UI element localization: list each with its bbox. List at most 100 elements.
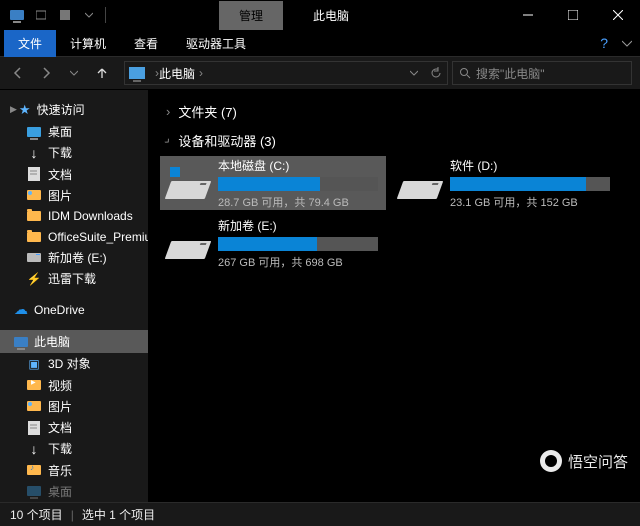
forward-button[interactable] — [34, 61, 58, 85]
sidebar-item-music[interactable]: 音乐 — [0, 459, 148, 480]
document-icon — [26, 166, 42, 182]
search-input[interactable]: 搜索"此电脑" — [452, 61, 632, 85]
sidebar-item-folder[interactable]: IDM Downloads — [0, 206, 148, 226]
drive-status: 267 GB 可用，共 698 GB — [218, 254, 378, 270]
drive-usage-bar — [450, 177, 610, 191]
contextual-tab-manage[interactable]: 管理 — [219, 1, 283, 30]
document-icon — [26, 420, 42, 436]
status-item-count: 10 个项目 — [10, 506, 63, 523]
watermark-text: 悟空问答 — [568, 451, 628, 472]
drive-item[interactable]: 新加卷 (E:) 267 GB 可用，共 698 GB — [160, 216, 386, 270]
watermark: 悟空问答 — [540, 450, 628, 472]
sidebar-group-label: 此电脑 — [34, 333, 70, 350]
expand-ribbon-icon[interactable] — [622, 38, 632, 48]
group-header-folders[interactable]: › 文件夹 (7) — [156, 98, 640, 127]
qat-item[interactable] — [54, 4, 76, 26]
pc-icon — [14, 337, 28, 347]
sidebar-item-documents[interactable]: 文档 — [0, 417, 148, 438]
close-button[interactable] — [595, 0, 640, 30]
refresh-icon[interactable] — [425, 62, 447, 84]
titlebar: 管理 此电脑 — [0, 0, 640, 30]
sidebar-item-pictures[interactable]: 图片 — [0, 185, 148, 206]
drive-status: 23.1 GB 可用，共 152 GB — [450, 194, 610, 210]
up-button[interactable] — [90, 61, 114, 85]
sidebar-group-label: OneDrive — [34, 303, 85, 317]
watermark-logo — [540, 450, 562, 472]
thunder-icon: ⚡ — [26, 271, 42, 287]
breadcrumb-location[interactable]: 此电脑 — [159, 65, 195, 82]
minimize-button[interactable] — [505, 0, 550, 30]
chevron-right-icon[interactable]: › — [166, 104, 170, 119]
search-icon — [459, 67, 471, 79]
back-button[interactable] — [6, 61, 30, 85]
cloud-icon: ☁ — [14, 301, 28, 318]
sidebar-item-documents[interactable]: 文档 — [0, 164, 148, 185]
group-label: 设备和驱动器 (3) — [178, 131, 276, 150]
window-controls — [505, 0, 640, 30]
quick-access-toolbar — [0, 4, 109, 26]
qat-item[interactable] — [30, 4, 52, 26]
sidebar-item-3d[interactable]: ▣3D 对象 — [0, 353, 148, 374]
desktop-icon — [26, 124, 42, 140]
drive-item[interactable]: 软件 (D:) 23.1 GB 可用，共 152 GB — [392, 156, 618, 210]
sidebar-item-videos[interactable]: 视频 — [0, 374, 148, 395]
disclosure-icon[interactable]: ▶ — [10, 104, 17, 115]
dropdown-icon[interactable] — [403, 62, 425, 84]
cube-icon: ▣ — [26, 356, 42, 372]
desktop-icon — [26, 483, 42, 499]
breadcrumb[interactable]: › 此电脑 › — [124, 61, 448, 85]
body: ▶ ★ 快速访问 桌面 ↓下载 文档 图片 IDM Downloads Offi… — [0, 90, 640, 502]
main-content: › 文件夹 (7) › 设备和驱动器 (3) 本地磁盘 (C:) 28.7 GB … — [148, 90, 640, 502]
drive-item[interactable]: 本地磁盘 (C:) 28.7 GB 可用，共 79.4 GB — [160, 156, 386, 210]
drive-status: 28.7 GB 可用，共 79.4 GB — [218, 194, 378, 210]
folder-icon — [26, 229, 42, 245]
drive-icon — [400, 167, 440, 199]
search-placeholder: 搜索"此电脑" — [476, 65, 545, 82]
drive-name: 本地磁盘 (C:) — [218, 157, 378, 174]
address-bar: › 此电脑 › 搜索"此电脑" — [0, 56, 640, 90]
app-icon[interactable] — [6, 4, 28, 26]
qat-overflow-icon[interactable] — [78, 4, 100, 26]
download-icon: ↓ — [26, 145, 42, 161]
ribbon-tabs: 文件 计算机 查看 驱动器工具 ? — [0, 30, 640, 56]
recent-dropdown-icon[interactable] — [62, 61, 86, 85]
video-icon — [26, 377, 42, 393]
window-title: 此电脑 — [313, 7, 349, 24]
drive-name: 新加卷 (E:) — [218, 217, 378, 234]
sidebar-item-desktop[interactable]: 桌面 — [0, 481, 148, 502]
tab-view[interactable]: 查看 — [120, 30, 172, 57]
chevron-right-icon[interactable]: › — [199, 66, 203, 80]
chevron-down-icon[interactable]: › — [161, 134, 175, 148]
tab-drive-tools[interactable]: 驱动器工具 — [172, 30, 260, 57]
sidebar-item-drive[interactable]: 新加卷 (E:) — [0, 247, 148, 268]
sidebar-quick-access[interactable]: ▶ ★ 快速访问 — [0, 98, 148, 121]
drive-usage-bar — [218, 177, 378, 191]
sidebar-item-desktop[interactable]: 桌面 — [0, 121, 148, 142]
status-bar: 10 个项目 | 选中 1 个项目 — [0, 502, 640, 526]
drive-icon — [168, 227, 208, 259]
tab-computer[interactable]: 计算机 — [56, 30, 120, 57]
download-icon: ↓ — [26, 441, 42, 457]
sidebar-this-pc[interactable]: 此电脑 — [0, 330, 148, 353]
image-icon — [26, 187, 42, 203]
music-icon — [26, 462, 42, 478]
folder-icon — [26, 208, 42, 224]
sidebar-item-downloads[interactable]: ↓下载 — [0, 438, 148, 459]
maximize-button[interactable] — [550, 0, 595, 30]
drive-name: 软件 (D:) — [450, 157, 610, 174]
sidebar-item-downloads[interactable]: ↓下载 — [0, 142, 148, 163]
sidebar-group-label: 快速访问 — [37, 101, 85, 118]
drive-icon — [168, 167, 208, 199]
sidebar-onedrive[interactable]: ☁ OneDrive — [0, 298, 148, 321]
sidebar-item-pictures[interactable]: 图片 — [0, 396, 148, 417]
group-header-drives[interactable]: › 设备和驱动器 (3) — [156, 127, 640, 156]
star-icon: ★ — [19, 102, 31, 118]
status-selected: 选中 1 个项目 — [82, 506, 155, 523]
sidebar-item-folder[interactable]: OfficeSuite_Premium — [0, 226, 148, 246]
help-icon[interactable]: ? — [600, 35, 608, 51]
sidebar-item-thunder[interactable]: ⚡迅雷下载 — [0, 268, 148, 289]
drive-usage-bar — [218, 237, 378, 251]
group-label: 文件夹 (7) — [178, 102, 237, 121]
tab-file[interactable]: 文件 — [4, 30, 56, 57]
sidebar: ▶ ★ 快速访问 桌面 ↓下载 文档 图片 IDM Downloads Offi… — [0, 90, 148, 502]
